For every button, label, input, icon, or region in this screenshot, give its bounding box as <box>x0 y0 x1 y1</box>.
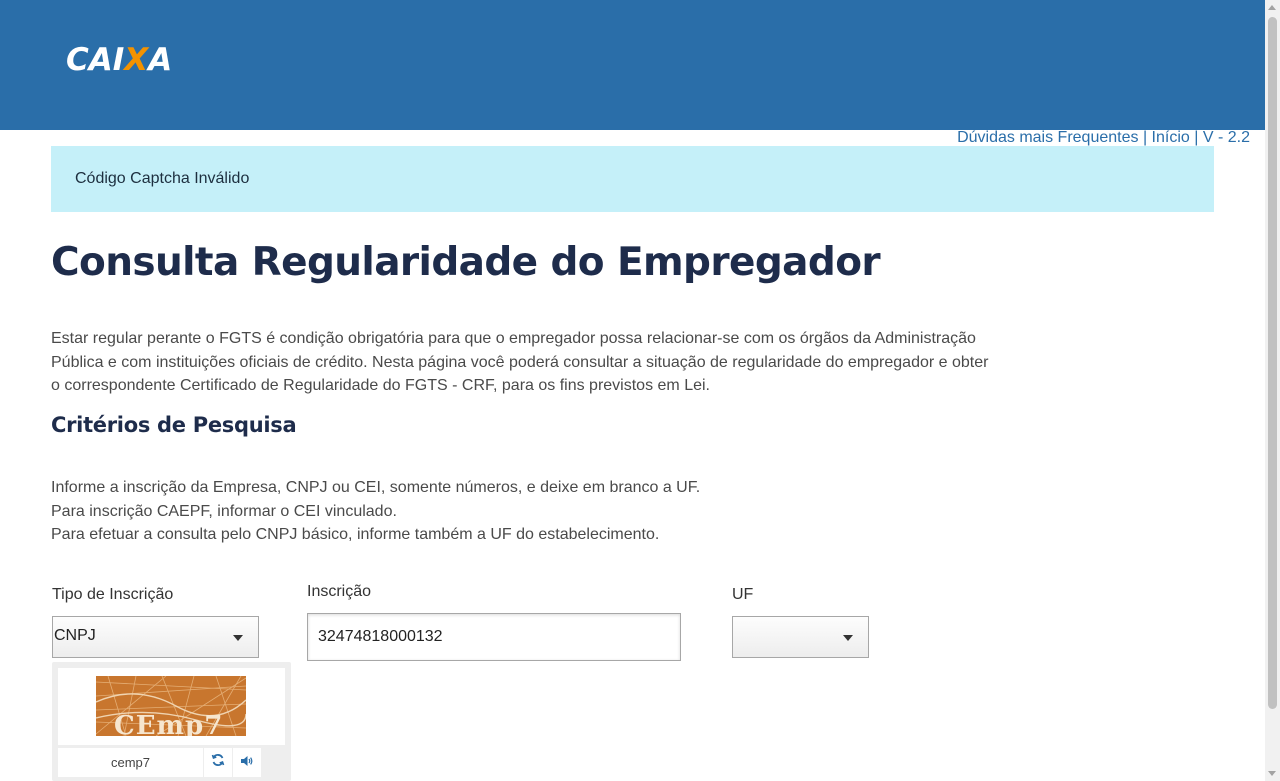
tipo-inscricao-label: Tipo de Inscrição <box>52 586 174 603</box>
separator: | <box>1142 129 1148 146</box>
captcha-answer[interactable]: cemp7 <box>58 748 203 777</box>
scrollbar-thumb[interactable] <box>1268 17 1277 709</box>
caixa-logo[interactable]: CAIXA <box>66 42 172 78</box>
alert-message: Código Captcha Inválido <box>75 170 250 187</box>
captcha-refresh-button[interactable] <box>204 748 232 777</box>
captcha-widget: CEmp7 cemp7 <box>52 662 291 781</box>
speaker-icon <box>240 754 254 772</box>
scroll-up-icon[interactable] <box>1268 5 1276 10</box>
error-alert: Código Captcha Inválido <box>51 146 1214 212</box>
top-links: Dúvidas mais Frequentes | Início | V - 2… <box>957 129 1250 147</box>
tipo-inscricao-select[interactable]: CNPJ <box>52 616 259 658</box>
captcha-image: CEmp7 <box>96 676 246 736</box>
intro-text: Estar regular perante o FGTS é condição … <box>51 330 989 394</box>
refresh-icon <box>211 753 225 772</box>
criteria-title: Critérios de Pesquisa <box>51 413 297 437</box>
captcha-image-text: CEmp7 <box>114 711 223 736</box>
separator: | <box>1194 129 1199 146</box>
faq-link[interactable]: Dúvidas mais Frequentes <box>957 129 1138 146</box>
chevron-down-icon <box>843 635 853 641</box>
instructions: Informe a inscrição da Empresa, CNPJ ou … <box>51 476 951 547</box>
page-title: Consulta Regularidade do Empregador <box>51 240 881 285</box>
captcha-audio-button[interactable] <box>233 748 261 777</box>
tipo-inscricao-value: CNPJ <box>54 627 96 644</box>
captcha-image-frame: CEmp7 <box>58 668 285 745</box>
uf-label: UF <box>732 586 754 603</box>
captcha-controls: cemp7 <box>58 748 285 777</box>
page-header: CAIXA <box>0 0 1265 130</box>
instruction-line: Informe a inscrição da Empresa, CNPJ ou … <box>51 479 701 496</box>
instruction-line: Para inscrição CAEPF, informar o CEI vin… <box>51 502 397 520</box>
version-label: V - 2.2 <box>1202 129 1250 146</box>
home-link[interactable]: Início <box>1152 129 1190 146</box>
scroll-down-icon[interactable] <box>1268 771 1276 776</box>
instruction-line: Para efetuar a consulta pelo CNPJ básico… <box>51 526 660 543</box>
uf-select[interactable] <box>732 616 869 658</box>
inscricao-label: Inscrição <box>307 583 372 600</box>
chevron-down-icon <box>233 635 243 641</box>
page-scrollbar[interactable] <box>1265 0 1280 781</box>
inscricao-input[interactable] <box>307 613 681 661</box>
